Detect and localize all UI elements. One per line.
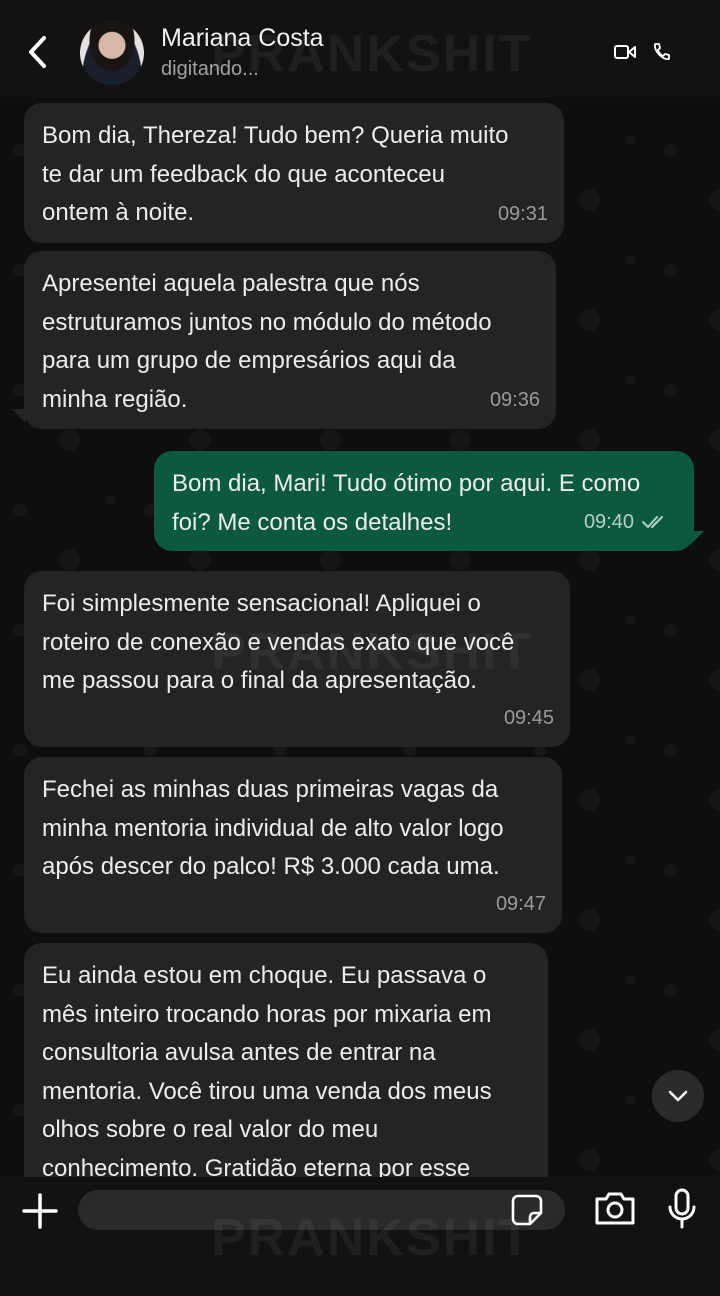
back-button[interactable]	[22, 34, 52, 70]
microphone-icon[interactable]	[666, 1187, 698, 1231]
camera-icon[interactable]	[593, 1189, 637, 1227]
message-text: Bom dia, Thereza! Tudo bem? Queria muito…	[42, 122, 509, 226]
chevron-down-icon	[668, 1090, 688, 1102]
video-call-icon[interactable]	[613, 42, 637, 62]
message-text: Fechei as minhas duas primeiras vagas da…	[42, 776, 504, 880]
message-bubble-outgoing[interactable]: Bom dia, Mari! Tudo ótimo por aqui. E co…	[154, 451, 694, 551]
typing-status: digitando...	[161, 58, 259, 80]
message-list[interactable]: Bom dia, Thereza! Tudo bem? Queria muito…	[0, 97, 720, 1177]
double-check-icon	[642, 515, 663, 528]
plus-icon[interactable]	[20, 1191, 60, 1231]
message-composer	[0, 1177, 720, 1296]
message-time: 09:31	[497, 202, 548, 225]
message-text: Foi simplesmente sensacional! Apliquei o…	[42, 590, 515, 694]
message-bubble-incoming[interactable]: Apresentei aquela palestra que nós estru…	[24, 251, 556, 429]
message-bubble-incoming[interactable]: Fechei as minhas duas primeiras vagas da…	[24, 757, 562, 933]
scroll-to-bottom-button[interactable]	[652, 1070, 704, 1122]
message-time: 09:36	[489, 388, 540, 411]
back-chevron-icon	[29, 36, 46, 68]
message-time-label: 09:40	[583, 510, 634, 533]
phone-icon[interactable]	[651, 42, 671, 62]
message-time: 09:47	[495, 892, 546, 915]
message-bubble-incoming[interactable]: Foi simplesmente sensacional! Apliquei o…	[24, 571, 570, 747]
chat-header: Mariana Costa digitando...	[0, 0, 720, 97]
message-bubble-incoming[interactable]: Bom dia, Thereza! Tudo bem? Queria muito…	[24, 103, 564, 243]
message-input[interactable]	[78, 1190, 565, 1230]
message-time: 09:45	[503, 706, 554, 729]
message-bubble-incoming[interactable]: Eu ainda estou em choque. Eu passava o m…	[24, 943, 548, 1177]
message-time: 09:40	[584, 503, 670, 542]
message-text: Eu ainda estou em choque. Eu passava o m…	[42, 962, 492, 1177]
contact-name[interactable]: Mariana Costa	[161, 24, 324, 53]
sticker-icon[interactable]	[510, 1193, 544, 1227]
message-text: Apresentei aquela palestra que nós estru…	[42, 270, 492, 413]
avatar[interactable]	[80, 21, 144, 85]
